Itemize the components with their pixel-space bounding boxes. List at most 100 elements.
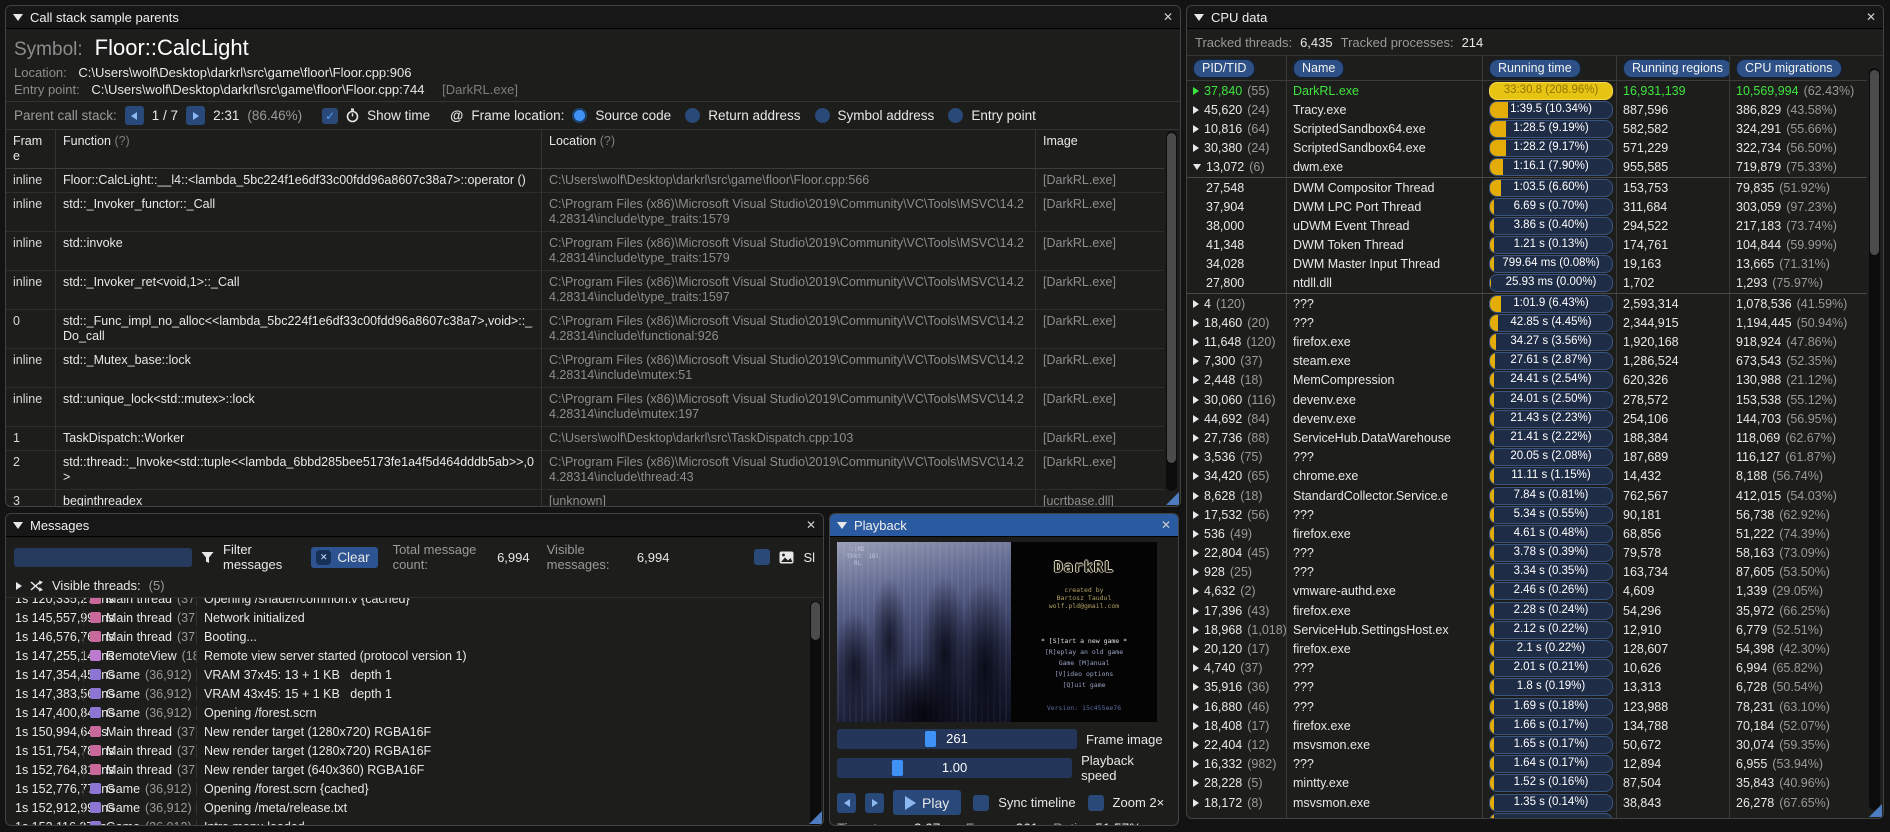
cpu-row[interactable]: 22,804 (45)??? 3.78 s (0.39%) 79,578 58,163 (… [1187, 543, 1867, 563]
col-frame[interactable]: Frame [6, 130, 56, 168]
expand-icon[interactable] [1193, 549, 1199, 558]
messages-scrollbar[interactable] [810, 601, 821, 825]
playback-speed-slider[interactable]: 1.00 [837, 758, 1073, 778]
cpu-row[interactable]: 3,536 (75)??? 20.05 s (2.08%) 187,689 116,12… [1187, 447, 1867, 467]
radio-source-code[interactable] [572, 108, 588, 123]
close-icon[interactable]: ✕ [1866, 10, 1876, 24]
show-images-label[interactable]: Sl [803, 550, 815, 565]
expand-icon[interactable] [1193, 414, 1199, 423]
expand-icon[interactable] [1193, 664, 1199, 673]
expand-icon[interactable] [1193, 144, 1199, 153]
expand-icon[interactable] [1193, 164, 1201, 171]
expand-icon[interactable] [1193, 105, 1199, 114]
message-row[interactable]: 1s 153,116,37nsGame (36,912) Intro menu lo… [6, 817, 823, 825]
cpu-row[interactable]: 16,880 (46)??? 1.69 s (0.18%) 123,988 78,231… [1187, 697, 1867, 717]
col-cpu-migrations[interactable]: CPU migrations [1736, 58, 1842, 78]
cpu-row[interactable]: 27,548 DWM Compositor Thread 1:03.5 (6.60%… [1187, 176, 1867, 198]
cpu-row[interactable]: 22,404 (12) msvsmon.exe 1.65 s (0.17%) 50,67… [1187, 735, 1867, 755]
next-frame-button[interactable] [865, 792, 884, 813]
cpu-row[interactable]: 11,648 (120) firefox.exe 34.27 s (3.56%) 1,9… [1187, 332, 1867, 352]
cpu-row[interactable]: 38,000 uDWM Event Thread 3.86 s (0.40%) 294… [1187, 216, 1867, 236]
expand-icon[interactable] [1193, 779, 1199, 788]
callstack-row[interactable]: inline std::_Mutex_base::lock C:\Program F… [6, 349, 1164, 388]
radio-entry-point-label[interactable]: Entry point [971, 108, 1036, 123]
cpu-row[interactable]: 10,816 (64) ScriptedSandbox64.exe 1:28.5 (9… [1187, 119, 1867, 139]
radio-return-address[interactable] [685, 108, 701, 123]
cpu-row[interactable]: 45,620 (24) Tracy.exe 1:39.5 (10.34%) 887,59… [1187, 100, 1867, 120]
col-image[interactable]: Image [1036, 130, 1164, 168]
radio-symbol-address-label[interactable]: Symbol address [838, 108, 935, 123]
close-icon[interactable]: ✕ [1163, 10, 1173, 24]
callstack-row[interactable]: 0 std::_Func_impl_no_alloc<<lambda_5bc224… [6, 310, 1164, 349]
cpu-row[interactable]: 37,840 (55) DarkRL.exe 33:30.8 (208.96%) 16,… [1187, 81, 1867, 101]
cpu-row[interactable]: 7,300 (37) steam.exe 27.61 s (2.87%) 1,286,5… [1187, 351, 1867, 371]
resize-grip[interactable] [809, 811, 822, 824]
cpu-row[interactable]: 44,692 (84) devenv.exe 21.43 s (2.23%) 254,1… [1187, 409, 1867, 429]
radio-symbol-address[interactable] [814, 108, 830, 123]
collapse-icon[interactable] [13, 13, 23, 21]
cpu-scrollbar[interactable] [1869, 68, 1880, 810]
cpu-row[interactable]: 41,348 DWM Token Thread 1.21 s (0.13%) 174,… [1187, 235, 1867, 255]
callstack-row[interactable]: 1 TaskDispatch::Worker C:\Users\wolf\Deskt… [6, 427, 1164, 451]
col-function[interactable]: Function (?) [56, 130, 542, 168]
collapse-icon[interactable] [1194, 13, 1204, 21]
sync-timeline-label[interactable]: Sync timeline [998, 795, 1075, 810]
visible-threads-label[interactable]: Visible threads: [52, 578, 141, 593]
col-running-regions[interactable]: Running regions [1623, 58, 1729, 78]
cpu-row[interactable]: 30,060 (116) devenv.exe 24.01 s (2.50%) 278,… [1187, 390, 1867, 410]
cpu-row[interactable]: 34,420 (65) chrome.exe 11.11 s (1.15%) 14,43… [1187, 466, 1867, 486]
callstack-row[interactable]: 3 beginthreadex [unknown] [ucrtbase.dll] [6, 490, 1164, 506]
expand-icon[interactable] [1193, 760, 1199, 769]
cpu-row[interactable]: 2,448 (18) MemCompression 24.41 s (2.54%) 62… [1187, 370, 1867, 390]
callstack-row[interactable]: inline std::invoke C:\Program Files (x86)\… [6, 232, 1164, 271]
next-callstack-button[interactable] [186, 106, 206, 125]
cpu-row[interactable]: 18,968 (1,018) ServiceHub.SettingsHost.ex 2… [1187, 620, 1867, 640]
cpu-row[interactable]: 17,396 (43) firefox.exe 2.28 s (0.24%) 54,29… [1187, 601, 1867, 621]
callstack-scrollbar[interactable] [1166, 131, 1177, 491]
message-filter-input[interactable] [14, 547, 192, 567]
expand-icon[interactable] [1193, 702, 1199, 711]
radio-return-address-label[interactable]: Return address [708, 108, 800, 123]
expand-icon[interactable] [1193, 510, 1199, 519]
cpu-row[interactable]: 4,632 (2) vmware-authd.exe 2.46 s (0.26%) 4,… [1187, 581, 1867, 602]
expand-icon[interactable] [1193, 376, 1199, 385]
play-button[interactable]: Play [893, 790, 962, 815]
cpu-row[interactable]: 17,532 (56)??? 5.34 s (0.55%) 90,181 56,738 (… [1187, 505, 1867, 525]
callstack-row[interactable]: inline Floor::CalcLight::__l4::<lambda_5b… [6, 169, 1164, 193]
cpu-row[interactable] [1187, 812, 1867, 818]
close-icon[interactable]: ✕ [1161, 518, 1171, 532]
frame-image-slider[interactable]: 261 [837, 729, 1077, 749]
expand-icon[interactable] [1193, 472, 1199, 481]
col-location[interactable]: Location (?) [542, 130, 1036, 168]
cpu-row[interactable]: 35,916 (36)??? 1.8 s (0.19%) 13,313 6,728 (50… [1187, 677, 1867, 697]
expand-icon[interactable] [1193, 798, 1199, 807]
cpu-row[interactable]: 18,172 (8) msvsmon.exe 1.35 s (0.14%) 38,843… [1187, 792, 1867, 813]
cpu-row[interactable]: 34,028 DWM Master Input Thread 799.64 ms (… [1187, 254, 1867, 274]
playback-titlebar[interactable]: Playback ✕ [830, 514, 1178, 537]
expand-icon[interactable] [1193, 124, 1199, 133]
collapse-icon[interactable] [13, 521, 23, 529]
expand-icon[interactable] [1193, 491, 1199, 500]
show-time-checkbox[interactable]: ✓ [322, 107, 339, 124]
message-list[interactable]: 1s 120,335,272nsMain thread(37,812)Openi… [6, 597, 823, 825]
cpu-row[interactable]: 536 (49) firefox.exe 4.61 s (0.48%) 68,856 51… [1187, 524, 1867, 544]
message-row[interactable]: 1s 151,754,784nsMain thread (37,812)New r… [6, 741, 823, 760]
expand-icon[interactable] [1193, 740, 1199, 749]
expand-icon[interactable] [1193, 587, 1199, 596]
cpu-row[interactable]: 28,228 (5) mintty.exe 1.52 s (0.16%) 87,504 3… [1187, 773, 1867, 793]
message-row[interactable]: 1s 120,335,272nsMain thread (37,812)Openi… [6, 598, 823, 608]
clear-button[interactable]: ✕ Clear [311, 546, 378, 568]
radio-source-code-label[interactable]: Source code [595, 108, 671, 123]
collapse-icon[interactable] [837, 521, 847, 529]
resize-grip[interactable] [1166, 492, 1179, 505]
message-row[interactable]: 1s 147,255,145nsRemoteView (18,796)Remote… [6, 646, 823, 665]
zoom-2x-checkbox[interactable] [1087, 794, 1104, 811]
col-name[interactable]: Name [1293, 58, 1345, 78]
close-icon[interactable]: ✕ [806, 518, 816, 532]
expand-icon[interactable] [1193, 645, 1199, 654]
expand-icon[interactable] [1193, 395, 1199, 404]
callstack-row[interactable]: inline std::_Invoker_functor::_Call C:\Pro… [6, 193, 1164, 232]
cpu-row[interactable]: 8,628 (18) StandardCollector.Service.e 7.84… [1187, 485, 1867, 506]
sync-timeline-checkbox[interactable] [973, 794, 990, 811]
zoom-2x-label[interactable]: Zoom 2× [1113, 795, 1165, 810]
